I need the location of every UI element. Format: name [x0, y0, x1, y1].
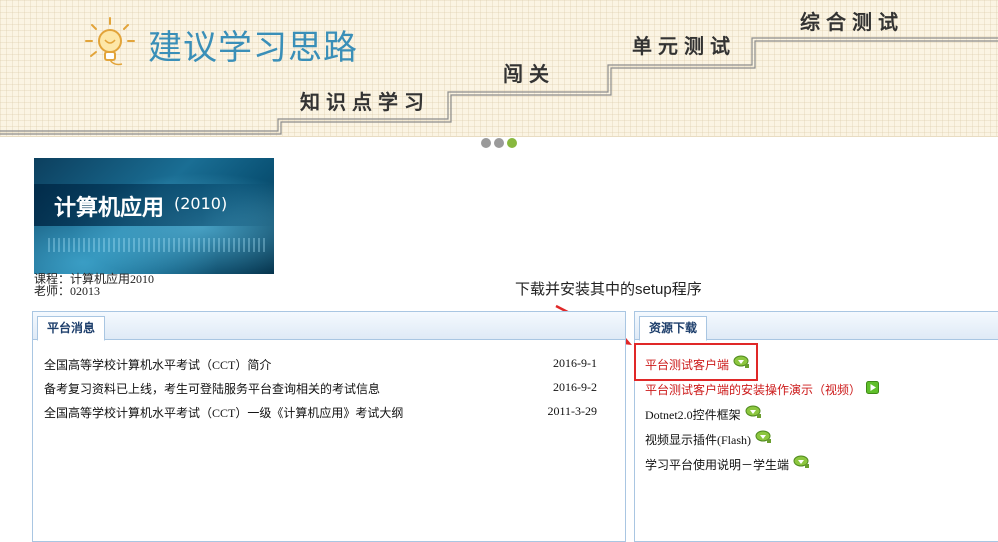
resource-label[interactable]: Dotnet2.0控件框架	[645, 406, 741, 423]
cover-decoration	[48, 238, 268, 252]
resource-label[interactable]: 学习平台使用说明－学生端	[645, 456, 789, 473]
download-icon[interactable]	[755, 430, 772, 444]
learning-path-banner: 建议学习思路 知识点学习 闯关 单元测试 综合测试	[0, 0, 998, 137]
news-list: 全国高等学校计算机水平考试（CCT）简介 2016-9-1 备考复习资料已上线，…	[44, 356, 619, 428]
cover-title: 计算机应用	[54, 196, 165, 221]
carousel-dot-2[interactable]	[494, 138, 504, 148]
resource-label[interactable]: 平台测试客户端的安装操作演示（视频）	[645, 381, 861, 398]
step-comprehensive-test: 综合测试	[800, 10, 904, 34]
news-item[interactable]: 备考复习资料已上线，考生可登陆服务平台查询相关的考试信息 2016-9-2	[44, 380, 619, 404]
highlight-annotation-box	[634, 343, 758, 381]
news-item[interactable]: 全国高等学校计算机水平考试（CCT）一级《计算机应用》考试大纲 2011-3-2…	[44, 404, 619, 428]
carousel-dot-3[interactable]	[507, 138, 517, 148]
tab-platform-news[interactable]: 平台消息	[37, 316, 106, 341]
platform-news-panel: 平台消息 全国高等学校计算机水平考试（CCT）简介 2016-9-1 备考复习资…	[32, 311, 626, 542]
news-panel-header: 平台消息	[33, 312, 625, 341]
news-date: 2016-9-1	[553, 356, 597, 370]
step-unit-test: 单元测试	[632, 34, 736, 58]
carousel-dots	[481, 138, 517, 148]
course-cover-image: 计算机应用 (2010)	[34, 158, 274, 274]
cover-year: (2010)	[174, 194, 228, 213]
course-info: 课程：计算机应用2010 老师：02013	[34, 273, 154, 297]
download-icon[interactable]	[745, 405, 762, 419]
resource-item-student-guide[interactable]: 学习平台使用说明－学生端	[645, 455, 985, 481]
news-date: 2011-3-29	[547, 404, 597, 418]
teacher-line: 老师：02013	[34, 284, 101, 298]
news-title[interactable]: 全国高等学校计算机水平考试（CCT）一级《计算机应用》考试大纲	[44, 404, 403, 421]
news-title[interactable]: 备考复习资料已上线，考生可登陆服务平台查询相关的考试信息	[44, 380, 380, 397]
play-icon[interactable]	[866, 381, 880, 394]
step-checkpoint: 闯关	[503, 62, 555, 86]
news-date: 2016-9-2	[553, 380, 597, 394]
resource-panel-header: 资源下载	[635, 312, 998, 341]
step-knowledge-learning: 知识点学习	[300, 90, 430, 114]
resource-item-flash-plugin[interactable]: 视频显示插件(Flash)	[645, 430, 985, 456]
news-title[interactable]: 全国高等学校计算机水平考试（CCT）简介	[44, 356, 271, 373]
resource-item-dotnet[interactable]: Dotnet2.0控件框架	[645, 405, 985, 431]
resource-item-install-video[interactable]: 平台测试客户端的安装操作演示（视频）	[645, 381, 985, 406]
tab-resource-download[interactable]: 资源下载	[639, 316, 708, 341]
news-item[interactable]: 全国高等学校计算机水平考试（CCT）简介 2016-9-1	[44, 356, 619, 380]
carousel-dot-1[interactable]	[481, 138, 491, 148]
resource-label[interactable]: 视频显示插件(Flash)	[645, 431, 751, 448]
install-hint-annotation: 下载并安装其中的setup程序	[515, 281, 702, 298]
download-icon[interactable]	[793, 455, 810, 469]
